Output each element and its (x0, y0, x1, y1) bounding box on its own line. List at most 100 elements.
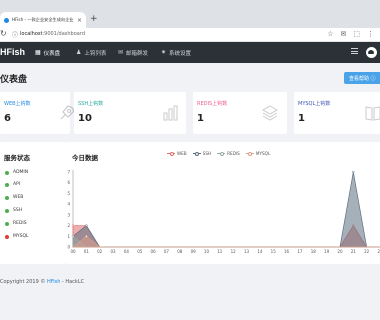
app-logo[interactable]: HFish (0, 47, 25, 57)
nav-hooked-list[interactable]: ♟ 上钩列表 (76, 42, 106, 63)
nav-label: 上钩列表 (84, 50, 107, 57)
extension-icon[interactable]: ✉ (341, 30, 347, 38)
x-tick-label: 06 (151, 249, 157, 254)
stat-value: 1 (197, 113, 204, 124)
reload-icon[interactable]: ↻ (0, 29, 7, 38)
x-tick-label: 19 (324, 249, 330, 254)
info-icon[interactable]: ⓘ (12, 30, 18, 39)
nav-label: 仪表盘 (43, 50, 61, 57)
series-area-ssh (72, 171, 380, 248)
mail-icon: ✉ (118, 49, 124, 56)
service-name: REDIS (13, 221, 27, 226)
browser-tab-bar: HFish - 一款企业安全生成向企业... × + (0, 0, 380, 28)
nav-settings[interactable]: ✷ 系统设置 (161, 42, 191, 63)
footer: Copyright 2019 © HFish - HackLC (0, 279, 84, 285)
service-status-panel: 服务状态 ADMIN API WEB SSH REDIS MYSQL (0, 142, 66, 264)
profile-icon[interactable]: ⬚ (353, 30, 360, 38)
x-tick-label: 07 (164, 249, 170, 254)
status-dot (5, 208, 9, 213)
y-tick-label: 6 (67, 180, 70, 185)
gear-icon: ✷ (161, 49, 167, 56)
x-tick-label: 11 (217, 249, 223, 254)
nav-label: 系统设置 (169, 50, 192, 57)
x-tick-label: 09 (191, 249, 197, 254)
today-data-chart-panel: 今日数据 WEB SSH REDIS MYSQL 0 1 2 3 4 5 6 7 00 01 02 0… (66, 142, 380, 264)
x-tick-label: 10 (204, 249, 210, 254)
x-tick-label: 20 (337, 249, 343, 254)
stat-label: WEB上钩数 (4, 101, 31, 107)
service-name: ADMIN (13, 170, 29, 175)
nav-dashboard[interactable]: ▦ 仪表盘 (35, 42, 60, 63)
y-tick-label: 7 (67, 170, 70, 175)
copyright-text: Copyright 2019 © (0, 279, 47, 285)
stat-card-web: WEB上钩数 6 (0, 92, 74, 134)
tab-title: HFish - 一款企业安全生成向企业... (12, 17, 74, 22)
help-button[interactable]: 查看帮助 ⓘ (344, 72, 380, 84)
bar-chart-icon (163, 105, 178, 121)
service-item-mysql: MYSQL (5, 234, 29, 239)
y-tick-label: 5 (67, 191, 70, 196)
nav-mass-mail[interactable]: ✉ 邮箱群发 (118, 42, 148, 63)
service-item-ssh: SSH (5, 208, 22, 213)
x-tick-label: 00 (70, 249, 76, 254)
x-tick-label: 13 (244, 249, 250, 254)
layers-icon (261, 105, 279, 121)
data-point-ssh (85, 224, 88, 227)
book-icon (365, 106, 380, 121)
service-name: API (13, 182, 21, 187)
stat-label: SSH上钩数 (78, 101, 104, 107)
stat-value: 6 (4, 113, 11, 124)
avatar[interactable] (365, 46, 378, 59)
stat-card-ssh: SSH上钩数 10 (74, 92, 186, 134)
new-tab-button[interactable]: + (90, 14, 98, 24)
x-tick-label: 17 (297, 249, 303, 254)
app-header: HFish ▦ 仪表盘 ♟ 上钩列表 ✉ 邮箱群发 ✷ 系统设置 (0, 42, 380, 63)
status-dot (5, 182, 9, 187)
service-name: SSH (13, 208, 23, 213)
user-icon: ♟ (76, 49, 82, 56)
panel-title: 服务状态 (4, 154, 30, 162)
stat-value: 1 (298, 113, 305, 124)
data-point-ssh (352, 170, 355, 174)
url-field[interactable]: localhost:9001/dashboard (20, 31, 85, 37)
service-item-redis: REDIS (5, 221, 27, 226)
address-bar: ↻ ⓘ localhost:9001/dashboard ☆ ✉ ⬚ ⋮ (0, 28, 380, 42)
stat-value: 10 (78, 113, 92, 124)
x-tick-label: 04 (124, 249, 130, 254)
bookmark-star-icon[interactable]: ☆ (327, 30, 333, 38)
series-area-redis (72, 235, 380, 248)
message-icon[interactable] (351, 48, 358, 54)
footer-suffix: - HackLC (60, 279, 85, 285)
x-tick-label: 12 (231, 249, 237, 254)
favicon-icon (4, 17, 9, 23)
footer-link-hfish[interactable]: HFish (47, 279, 60, 285)
service-name: WEB (13, 195, 24, 200)
browser-tab[interactable]: HFish - 一款企业安全生成向企业... × (0, 12, 86, 28)
service-item-admin: ADMIN (5, 170, 28, 175)
x-tick-label: 16 (284, 249, 290, 254)
series-area-web (72, 224, 380, 248)
x-tick-label: 03 (110, 249, 116, 254)
service-item-web: WEB (5, 195, 23, 200)
toolbar-icons: ☆ ✉ ⬚ ⋮ (327, 30, 374, 38)
status-dot (5, 221, 9, 226)
x-tick-label: 08 (177, 249, 183, 254)
x-tick-label: 21 (351, 249, 357, 254)
x-tick-label: 18 (311, 249, 317, 254)
tab-close-icon[interactable]: × (77, 17, 82, 24)
data-point-redis (71, 235, 75, 238)
status-dot (5, 170, 9, 175)
y-tick-label: 1 (67, 234, 70, 239)
stat-label: REDIS上钩数 (197, 101, 228, 107)
y-tick-label: 4 (67, 202, 70, 207)
service-item-api: API (5, 182, 20, 187)
data-point-mysql (85, 235, 88, 238)
data-point-web (71, 224, 75, 227)
stat-card-redis: REDIS上钩数 1 (193, 92, 287, 134)
menu-icon[interactable]: ⋮ (367, 30, 374, 38)
x-tick-label: 02 (97, 249, 103, 254)
y-tick-label: 2 (67, 223, 70, 228)
x-tick-label: 14 (257, 249, 263, 254)
status-dot (5, 195, 9, 200)
y-tick-label: 3 (67, 212, 70, 217)
